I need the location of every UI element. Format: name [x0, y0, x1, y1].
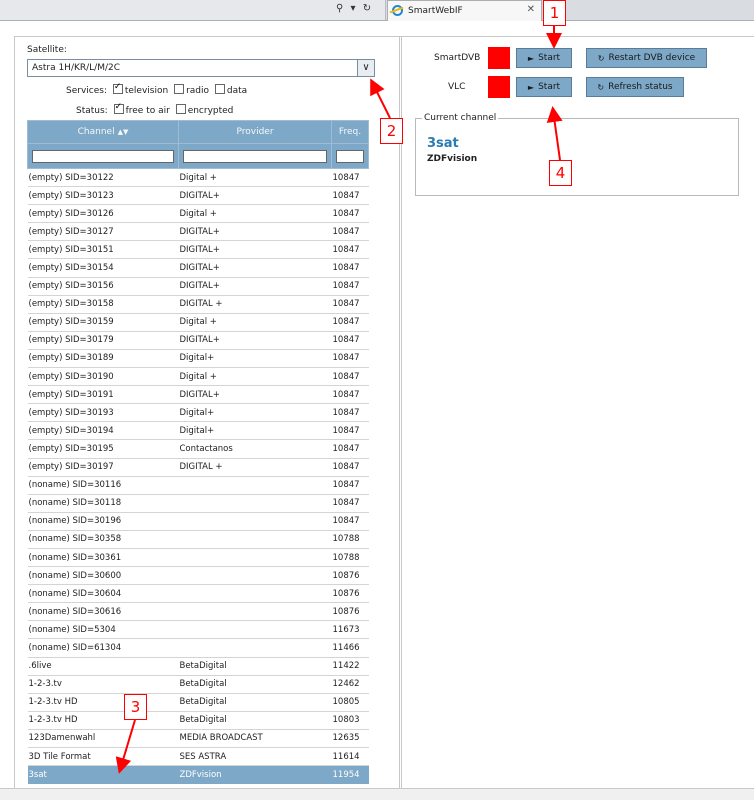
- arrow-2: [370, 78, 391, 119]
- arrow-4: [546, 106, 563, 161]
- annotation-arrows: [115, 26, 563, 774]
- arrow-3: [115, 719, 136, 774]
